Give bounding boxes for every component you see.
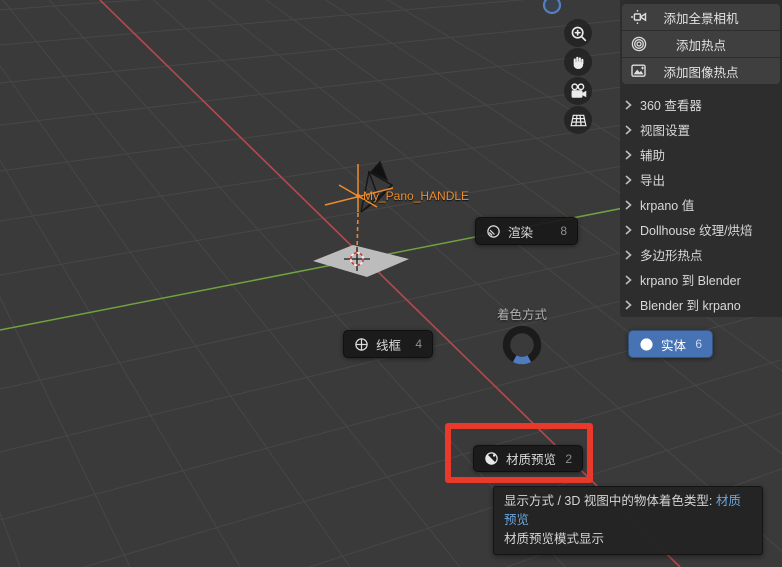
tooltip-line1: 显示方式 / 3D 视图中的物体着色类型: 材质预览: [504, 494, 741, 527]
pie-item-key: 6: [695, 337, 702, 351]
section-label: 360 查看器: [640, 99, 702, 113]
add-pano-camera-button[interactable]: 添加全景相机: [622, 4, 780, 30]
ortho-toggle-button[interactable]: [564, 106, 592, 134]
zoom-icon: [571, 26, 586, 41]
pan-button[interactable]: [564, 48, 592, 76]
annotation-red-box: [445, 423, 593, 483]
tooltip: 显示方式 / 3D 视图中的物体着色类型: 材质预览 材质预览模式显示: [493, 486, 763, 556]
add-hotspot-button[interactable]: 添加热点: [622, 31, 780, 57]
pano-camera-icon: [630, 8, 648, 29]
chevron-right-icon: [625, 274, 632, 285]
pan-hand-icon: [573, 56, 584, 70]
section-label: Dollhouse 纹理/烘焙: [640, 224, 753, 238]
blender-3d-viewport: My_Pano_HANDLE 添加全景相机 添加热点 添加图像热点 360 查看…: [0, 0, 782, 567]
camera-view-button[interactable]: [564, 77, 592, 105]
section-label: Blender 到 krpano: [640, 299, 741, 313]
pie-item-label: 线框: [376, 338, 402, 353]
pie-item-wireframe[interactable]: 线框 4: [343, 330, 433, 358]
section-label: 视图设置: [640, 124, 691, 138]
camera-view-icon: [570, 82, 586, 98]
section-label: 辅助: [640, 149, 666, 163]
chevron-right-icon: [625, 124, 632, 135]
ortho-grid-icon: [569, 114, 587, 126]
add-image-hotspot-label: 添加图像热点: [663, 65, 739, 80]
chevron-right-icon: [625, 99, 632, 110]
sidebar-section-view-settings[interactable]: 视图设置: [624, 117, 778, 142]
add-pano-camera-label: 添加全景相机: [663, 11, 739, 26]
pie-item-solid[interactable]: 实体 6: [628, 330, 713, 358]
nav-gizmo-circle[interactable]: [542, 0, 562, 15]
chevron-right-icon: [625, 149, 632, 160]
pie-item-key: 8: [560, 224, 567, 238]
pie-menu-center: [502, 325, 542, 365]
sidebar-section-export[interactable]: 导出: [624, 167, 778, 192]
chevron-right-icon: [625, 224, 632, 235]
object-name-label: My_Pano_HANDLE: [363, 189, 470, 203]
chevron-right-icon: [625, 299, 632, 310]
pie-direction-arc: [512, 355, 532, 365]
solid-icon: [640, 337, 653, 351]
section-label: 导出: [640, 174, 666, 188]
section-label: 多边形热点: [640, 249, 703, 263]
hotspot-icon: [630, 35, 648, 56]
section-label: krpano 值: [640, 199, 695, 213]
chevron-right-icon: [625, 249, 632, 260]
wireframe-icon: [355, 337, 368, 351]
image-hotspot-icon: [630, 62, 648, 83]
chevron-right-icon: [625, 199, 632, 210]
sidebar-section-blender-to-krpano[interactable]: Blender 到 krpano: [624, 292, 778, 317]
pie-item-label: 实体: [661, 338, 687, 353]
sidebar-section-dollhouse[interactable]: Dollhouse 纹理/烘焙: [624, 217, 778, 242]
sidebar-section-krpano-values[interactable]: krpano 值: [624, 192, 778, 217]
x-axis-line: [99, 0, 681, 567]
plane-object[interactable]: [313, 245, 409, 277]
zoom-button[interactable]: [564, 19, 592, 47]
camera-object[interactable]: [360, 160, 394, 213]
sidebar-section-krpano-to-blender[interactable]: krpano 到 Blender: [624, 267, 778, 292]
section-label: krpano 到 Blender: [640, 274, 741, 288]
pie-item-rendered[interactable]: 渲染 8: [475, 217, 578, 245]
sidebar-section-360-viewer[interactable]: 360 查看器: [624, 92, 778, 117]
add-hotspot-label: 添加热点: [675, 38, 726, 53]
sidebar-section-assist[interactable]: 辅助: [624, 142, 778, 167]
pie-item-key: 4: [415, 337, 422, 351]
rendered-icon: [487, 224, 500, 238]
tooltip-line2: 材质预览模式显示: [504, 531, 605, 546]
pie-item-label: 渲染: [508, 225, 534, 240]
add-image-hotspot-button[interactable]: 添加图像热点: [622, 58, 780, 84]
sidebar-section-polygon-hotspot[interactable]: 多边形热点: [624, 242, 778, 267]
chevron-right-icon: [625, 174, 632, 185]
